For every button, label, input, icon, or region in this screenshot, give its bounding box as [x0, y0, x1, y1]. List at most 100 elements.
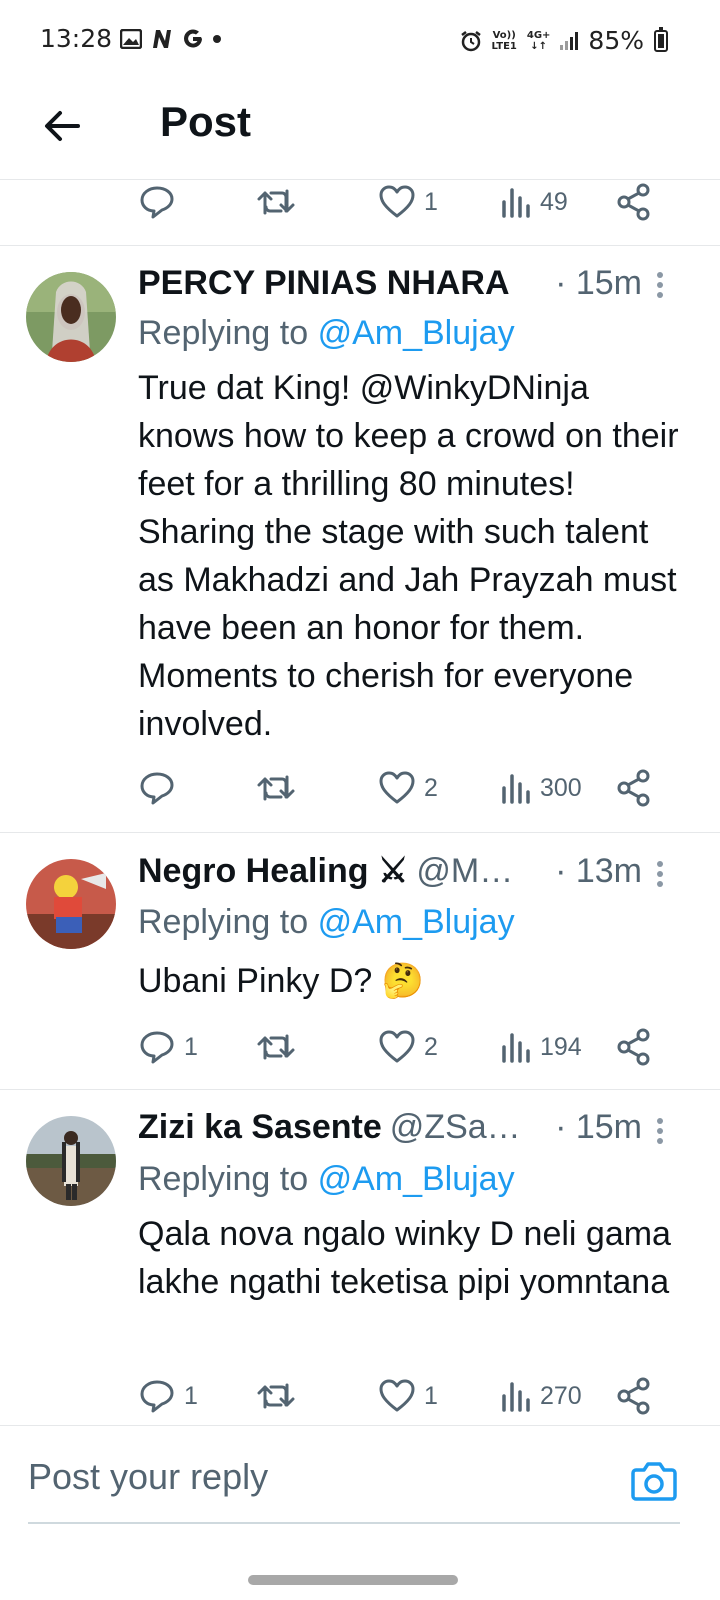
repost-icon	[257, 775, 295, 801]
parent-post-actions: 1 49	[138, 180, 668, 224]
like-count: 2	[424, 773, 438, 802]
views-icon	[502, 188, 530, 218]
tweet-text: True dat King! @WinkyDNinja knows how to…	[138, 369, 679, 743]
timestamp: · 13m	[555, 852, 642, 890]
reply-composer: Post your reply	[0, 1425, 720, 1600]
status-time: 13:28	[40, 24, 113, 53]
network-top: 4G+	[526, 29, 551, 41]
google-icon	[184, 29, 203, 48]
status-left: 13:28	[40, 24, 222, 53]
volte-bottom: LTE1	[491, 40, 517, 52]
tweet-header: Negro Healing ⚔ @M… · 13m	[138, 851, 642, 893]
share-icon	[617, 769, 650, 807]
replying-prefix: Replying to	[138, 903, 309, 941]
replying-to: Replying to @Am_Blujay	[138, 903, 515, 942]
app-header: Post	[0, 80, 720, 180]
reply-input[interactable]: Post your reply	[28, 1456, 268, 1498]
views-button[interactable]: 270	[500, 1374, 582, 1418]
repost-button[interactable]	[256, 1374, 304, 1418]
replying-to-link[interactable]: @Am_Blujay	[318, 1160, 515, 1198]
camera-icon	[631, 1462, 677, 1501]
share-icon	[617, 1028, 650, 1066]
replying-to: Replying to @Am_Blujay	[138, 1160, 515, 1199]
reply-icon	[140, 1380, 174, 1413]
tweet-actions: 2 300	[138, 766, 668, 810]
display-name[interactable]: Negro Healing ⚔	[138, 851, 408, 891]
status-right: Vo)) LTE1 4G+ ↓↑ 85%	[460, 26, 668, 55]
reply-icon	[140, 1031, 174, 1064]
camera-button[interactable]	[630, 1458, 678, 1502]
like-button[interactable]: 2	[378, 766, 438, 810]
repost-button[interactable]	[256, 180, 304, 224]
more-options-button[interactable]	[650, 1114, 670, 1150]
tweet-actions: 1 2 194	[138, 1025, 668, 1069]
avatar[interactable]	[26, 859, 116, 949]
heart-icon	[379, 771, 415, 804]
reply-button[interactable]	[138, 180, 184, 224]
status-bar: 13:28 Vo)) LTE1 4G+ ↓↑ 85%	[0, 0, 720, 80]
replying-to: Replying to @Am_Blujay	[138, 314, 515, 353]
n-icon	[153, 29, 172, 48]
replying-prefix: Replying to	[138, 314, 309, 352]
reply-tweet[interactable]: Negro Healing ⚔ @M… · 13m Replying to @A…	[0, 833, 720, 1090]
network-bottom: ↓↑	[530, 40, 548, 52]
reply-tweet[interactable]: Zizi ka Sasente @ZSa… · 15m Replying to …	[0, 1090, 720, 1425]
replying-prefix: Replying to	[138, 1160, 309, 1198]
user-handle[interactable]: @M…	[416, 852, 513, 891]
network-indicator: 4G+ ↓↑	[527, 30, 551, 52]
views-button[interactable]: 194	[500, 1025, 582, 1069]
share-button[interactable]	[616, 1025, 652, 1069]
like-button[interactable]: 2	[378, 1025, 438, 1069]
share-button[interactable]	[616, 766, 652, 810]
reply-button[interactable]: 1	[138, 1374, 198, 1418]
share-icon	[617, 183, 650, 221]
tweet-header: Zizi ka Sasente @ZSa… · 15m	[138, 1108, 642, 1150]
repost-button[interactable]	[256, 766, 304, 810]
user-handle[interactable]: @ZSa…	[390, 1108, 521, 1147]
replying-to-link[interactable]: @Am_Blujay	[318, 903, 515, 941]
views-icon	[502, 774, 530, 804]
home-indicator[interactable]	[248, 1575, 458, 1585]
reply-button[interactable]	[138, 766, 184, 810]
avatar[interactable]	[26, 272, 116, 362]
view-count: 300	[540, 773, 582, 802]
like-button[interactable]: 1	[378, 180, 438, 224]
arrow-left-icon	[45, 111, 80, 141]
like-button[interactable]: 1	[378, 1374, 438, 1418]
input-underline	[28, 1522, 680, 1524]
tweet-actions: 1 1 270	[138, 1374, 668, 1418]
share-icon	[617, 1377, 650, 1415]
share-button[interactable]	[616, 180, 652, 224]
signal-icon	[560, 31, 579, 50]
timestamp: · 15m	[555, 264, 642, 302]
more-options-button[interactable]	[650, 857, 670, 893]
share-button[interactable]	[616, 1374, 652, 1418]
more-options-button[interactable]	[650, 268, 670, 304]
replying-to-link[interactable]: @Am_Blujay	[318, 314, 515, 352]
avatar[interactable]	[26, 1116, 116, 1206]
views-button[interactable]: 49	[500, 180, 568, 224]
views-button[interactable]: 300	[500, 766, 582, 810]
reply-button[interactable]: 1	[138, 1025, 198, 1069]
heart-icon	[379, 185, 415, 218]
repost-button[interactable]	[256, 1025, 304, 1069]
reply-tweet[interactable]: PERCY PINIAS NHARA · 15m Replying to @Am…	[0, 246, 720, 833]
battery-icon	[654, 26, 668, 52]
like-count: 2	[424, 1032, 438, 1061]
tweet-header: PERCY PINIAS NHARA · 15m	[138, 264, 642, 306]
battery-percent: 85%	[588, 26, 644, 55]
view-count: 49	[540, 187, 568, 216]
repost-icon	[257, 1034, 295, 1060]
back-button[interactable]	[38, 102, 86, 150]
heart-icon	[379, 1030, 415, 1063]
like-count: 1	[424, 1381, 438, 1410]
view-count: 270	[540, 1381, 582, 1410]
display-name[interactable]: PERCY PINIAS NHARA	[138, 264, 510, 303]
view-count: 194	[540, 1032, 582, 1061]
tweet-text: Ubani Pinky D? 🤔	[138, 962, 425, 1000]
alarm-icon	[460, 30, 481, 51]
display-name[interactable]: Zizi ka Sasente	[138, 1108, 382, 1147]
repost-icon	[257, 1383, 295, 1409]
like-count: 1	[424, 187, 438, 216]
reply-icon	[140, 186, 174, 219]
